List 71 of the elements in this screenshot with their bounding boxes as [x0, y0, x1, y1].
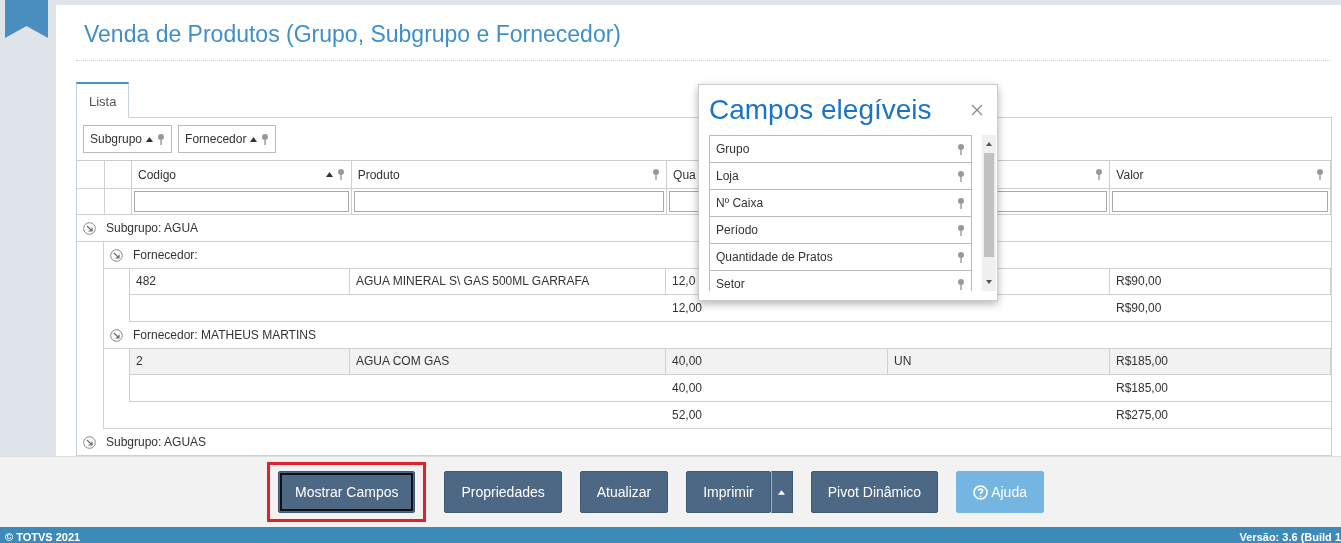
tab[interactable]: Lista: [76, 82, 130, 118]
table-cell: 2: [130, 349, 350, 374]
action-button[interactable]: Pivot Dinâmico: [810, 471, 939, 513]
help-icon: [973, 484, 989, 500]
sort-ascending-icon[interactable]: [250, 136, 258, 142]
filter-field[interactable]: [1112, 191, 1328, 212]
pin-icon[interactable]: [1316, 169, 1324, 180]
field-label: Grupo: [716, 142, 750, 156]
group-label: Subgrupo: AGUAS: [106, 435, 207, 449]
table-cell: UN: [888, 349, 1110, 374]
pin-icon[interactable]: [957, 224, 965, 236]
bookmark-icon: [5, 0, 48, 38]
pin-icon[interactable]: [957, 197, 965, 209]
table-cell-text: R$185,00: [1115, 380, 1170, 397]
action-button[interactable]: Mostrar Campos: [278, 471, 416, 513]
collapse-icon[interactable]: [110, 328, 123, 342]
scrollbar[interactable]: [982, 135, 996, 291]
sort-ascending-icon[interactable]: [146, 136, 154, 142]
column-header[interactable]: Codigo: [132, 161, 352, 188]
caret-icon: [778, 489, 786, 495]
field-label: Quantidade de Pratos: [716, 250, 833, 264]
collapse-icon[interactable]: [83, 221, 96, 235]
table-cell: 40,00: [666, 349, 888, 374]
subgroup-label: Fornecedor:: [133, 248, 198, 262]
field-item[interactable]: Nº Caixa: [709, 189, 972, 217]
table-cell-text: R$90,00: [1115, 300, 1163, 317]
field-label: Loja: [716, 169, 739, 183]
collapse-icon[interactable]: [110, 248, 123, 262]
group-chip[interactable]: Subgrupo: [83, 125, 173, 153]
column-header[interactable]: Valor: [1110, 161, 1331, 188]
field-item[interactable]: Loja: [709, 162, 972, 190]
table-cell-text: 12,00: [671, 300, 704, 317]
field-label: Período: [716, 223, 759, 237]
table-cell: R$90,00: [1110, 269, 1331, 294]
subgroup-label: Fornecedor: MATHEUS MARTINS: [133, 328, 316, 342]
page-title: Venda de Produtos (Grupo, Subgrupo e Fornecedor): [76, 5, 1330, 61]
collapse-icon[interactable]: [83, 435, 96, 449]
pin-icon[interactable]: [957, 143, 965, 155]
field-item[interactable]: Período: [709, 216, 972, 244]
filter-field[interactable]: [134, 191, 349, 212]
table-cell: 482: [130, 269, 350, 294]
table-cell-text: 52,00: [671, 407, 704, 424]
field-item[interactable]: Setor: [709, 270, 972, 291]
field-label: Setor: [716, 277, 745, 291]
dropdown-button[interactable]: [770, 471, 793, 513]
table-cell: R$185,00: [1110, 349, 1331, 374]
filter-field[interactable]: [353, 191, 665, 212]
pin-icon[interactable]: [957, 170, 965, 182]
action-button[interactable]: Atualizar: [579, 471, 669, 513]
table-cell: AGUA MINERAL S\ GAS 500ML GARRAFA: [350, 269, 666, 294]
table-cell-text: 40,00: [671, 380, 704, 397]
table-row[interactable]: 2 AGUA COM GAS 40,00 UN R$185,00: [130, 349, 1331, 375]
table-cell: AGUA COM GAS: [350, 349, 666, 374]
pin-icon[interactable]: [1095, 169, 1104, 180]
action-button[interactable]: Propriedades: [444, 471, 562, 513]
group-label: Subgrupo: AGUA: [106, 221, 199, 235]
pin-icon[interactable]: [957, 278, 965, 290]
field-item[interactable]: Quantidade de Pratos: [709, 243, 972, 271]
field-label: Nº Caixa: [716, 196, 764, 210]
close-icon[interactable]: [971, 104, 983, 116]
field-item[interactable]: Grupo: [709, 135, 972, 163]
table-cell-text: R$275,00: [1115, 407, 1170, 424]
pin-icon[interactable]: [652, 169, 661, 180]
copyright-text: © TOTVS 2021: [5, 531, 81, 543]
sort-ascending-icon[interactable]: [325, 172, 333, 177]
version-text: Versão: 3.6 (Build 1: [1239, 531, 1341, 543]
group-chip[interactable]: Fornecedor: [178, 125, 277, 153]
column-header[interactable]: Produto: [351, 161, 668, 188]
dialog-title: Campos elegíveis: [709, 94, 932, 126]
pin-icon[interactable]: [957, 251, 965, 263]
action-button[interactable]: Imprimir: [686, 471, 771, 513]
